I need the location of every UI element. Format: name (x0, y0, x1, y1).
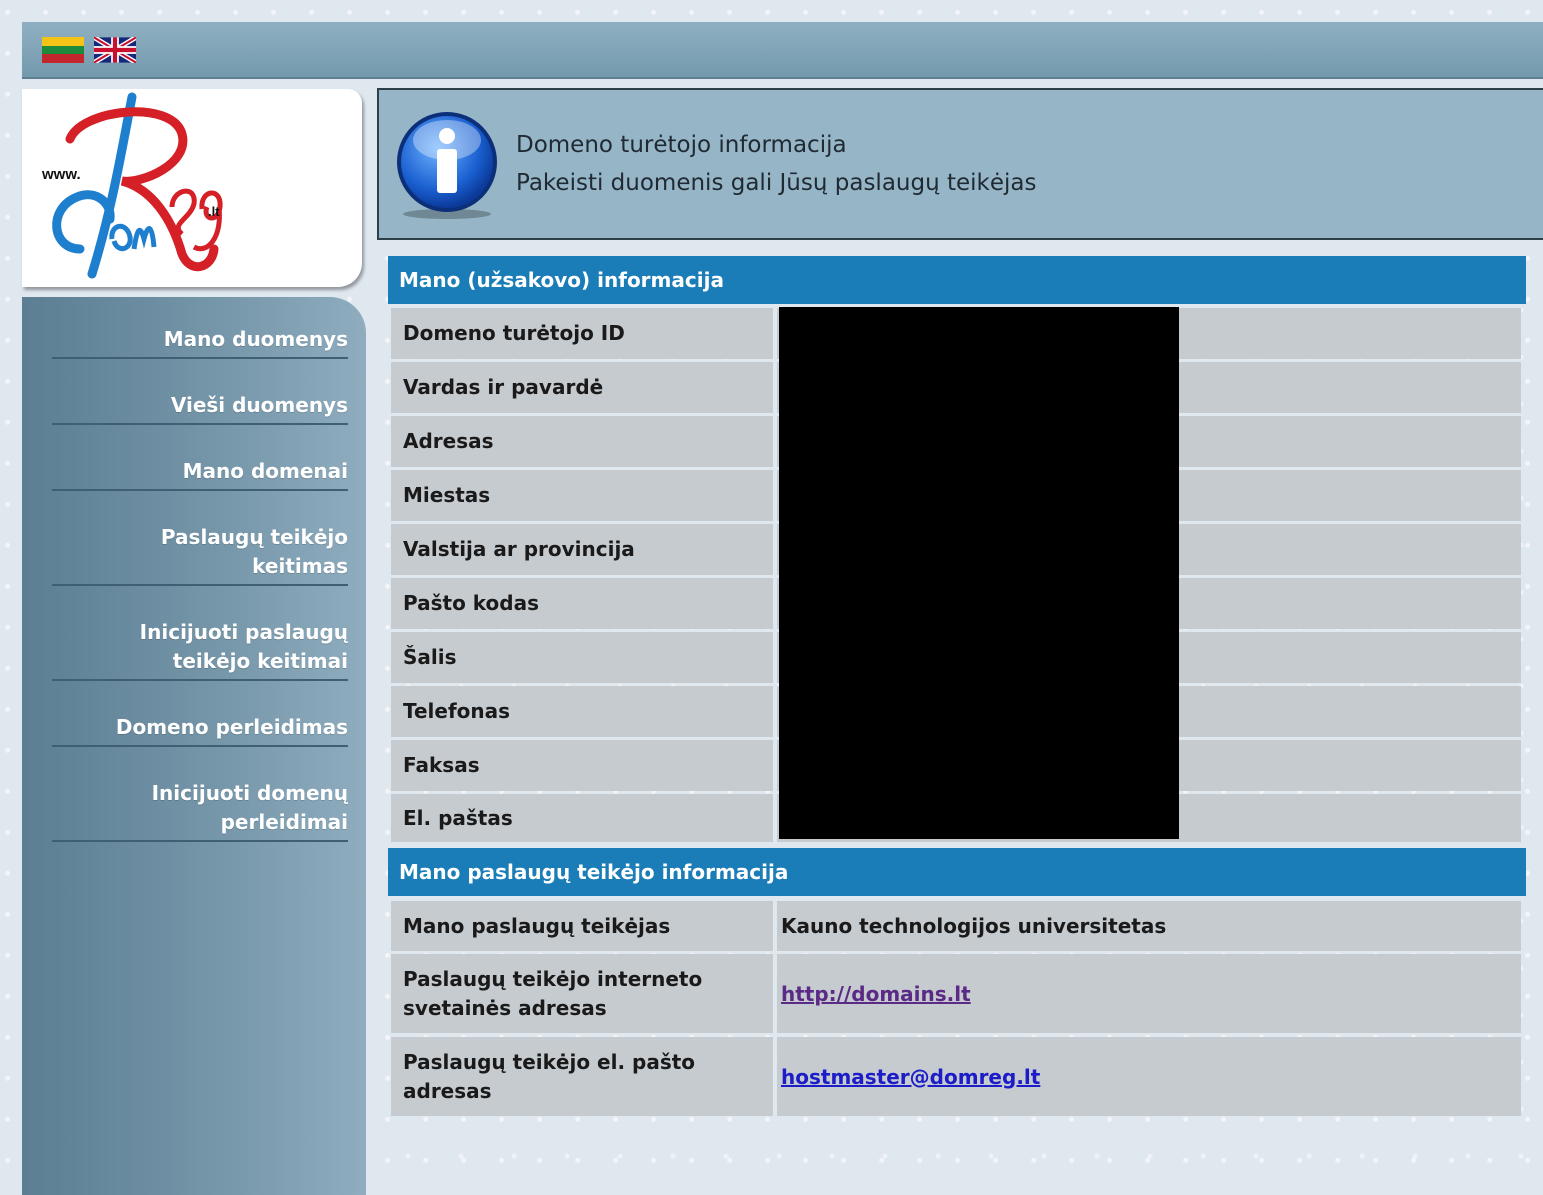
row-label: Telefonas (391, 686, 773, 737)
row-label: El. paštas (391, 794, 773, 842)
sidebar-item-label: Inicijuoti domenų (151, 781, 348, 805)
row-label: Valstija ar provincija (391, 524, 773, 575)
table-row: Mano paslaugų teikėjas Kauno technologij… (391, 901, 1521, 951)
sidebar-item-inicijuoti-teikejo-keitimai[interactable]: Inicijuoti paslaugų teikėjo keitimai (52, 618, 348, 681)
sidebar-item-label: Vieši duomenys (170, 393, 348, 417)
row-label: Faksas (391, 740, 773, 791)
sidebar-item-label: keitimas (252, 554, 348, 578)
row-value: http://domains.lt (777, 954, 1521, 1033)
row-label: Paslaugų teikėjo interneto svetainės adr… (391, 954, 773, 1033)
sidebar-item-viesi-duomenys[interactable]: Vieši duomenys (52, 391, 348, 425)
logo-www-text: www. (41, 166, 81, 183)
provider-info-header: Mano paslaugų teikėjo informacija (388, 848, 1526, 896)
info-subtitle: Pakeisti duomenis gali Jūsų paslaugų tei… (516, 170, 1037, 196)
sidebar-item-label: Domeno perleidimas (115, 715, 348, 739)
logo-lt-text: .lt (208, 204, 220, 219)
top-bar (22, 22, 1543, 79)
row-label: Miestas (391, 470, 773, 521)
sidebar-item-paslaugu-teikejo-keitimas[interactable]: Paslaugų teikėjo keitimas (52, 523, 348, 586)
sidebar-item-mano-duomenys[interactable]: Mano duomenys (52, 325, 348, 359)
sidebar-item-mano-domenai[interactable]: Mano domenai (52, 457, 348, 491)
sidebar-item-label: Mano duomenys (163, 327, 348, 351)
sidebar-item-label: perleidimai (220, 810, 348, 834)
info-panel: Domeno turėtojo informacija Pakeisti duo… (377, 88, 1543, 240)
row-label: Domeno turėtojo ID (391, 308, 773, 359)
sidebar-item-label: Inicijuoti paslaugų (139, 620, 348, 644)
sidebar-item-label: Paslaugų teikėjo (160, 525, 348, 549)
provider-website-link[interactable]: http://domains.lt (781, 982, 971, 1006)
info-icon (397, 112, 497, 219)
logo-container[interactable]: www. .lt (22, 89, 362, 287)
row-label: Paslaugų teikėjo el. pašto adresas (391, 1037, 773, 1116)
row-label: Šalis (391, 632, 773, 683)
row-label: Pašto kodas (391, 578, 773, 629)
provider-name: Kauno technologijos universitetas (777, 901, 1521, 951)
sidebar-item-label: Mano domenai (182, 459, 348, 483)
redaction-block (779, 307, 1179, 839)
domreg-logo: www. .lt (41, 92, 223, 279)
lithuania-flag-icon[interactable] (42, 37, 84, 63)
my-info-header: Mano (užsakovo) informacija (388, 256, 1526, 304)
sidebar-item-domeno-perleidimas[interactable]: Domeno perleidimas (52, 713, 348, 747)
sidebar: Mano duomenys Vieši duomenys Mano domena… (22, 297, 366, 1195)
provider-email-link[interactable]: hostmaster@domreg.lt (781, 1065, 1040, 1089)
sidebar-item-label: teikėjo keitimai (172, 649, 348, 673)
row-label: Mano paslaugų teikėjas (391, 901, 773, 951)
row-label: Vardas ir pavardė (391, 362, 773, 413)
row-label: Adresas (391, 416, 773, 467)
uk-flag-icon[interactable] (94, 37, 136, 63)
row-value: hostmaster@domreg.lt (777, 1037, 1521, 1116)
info-title: Domeno turėtojo informacija (516, 132, 847, 158)
sidebar-item-inicijuoti-domenu-perleidimai[interactable]: Inicijuoti domenų perleidimai (52, 779, 348, 842)
table-row: Paslaugų teikėjo interneto svetainės adr… (391, 954, 1521, 1033)
table-row: Paslaugų teikėjo el. pašto adresas hostm… (391, 1037, 1521, 1116)
